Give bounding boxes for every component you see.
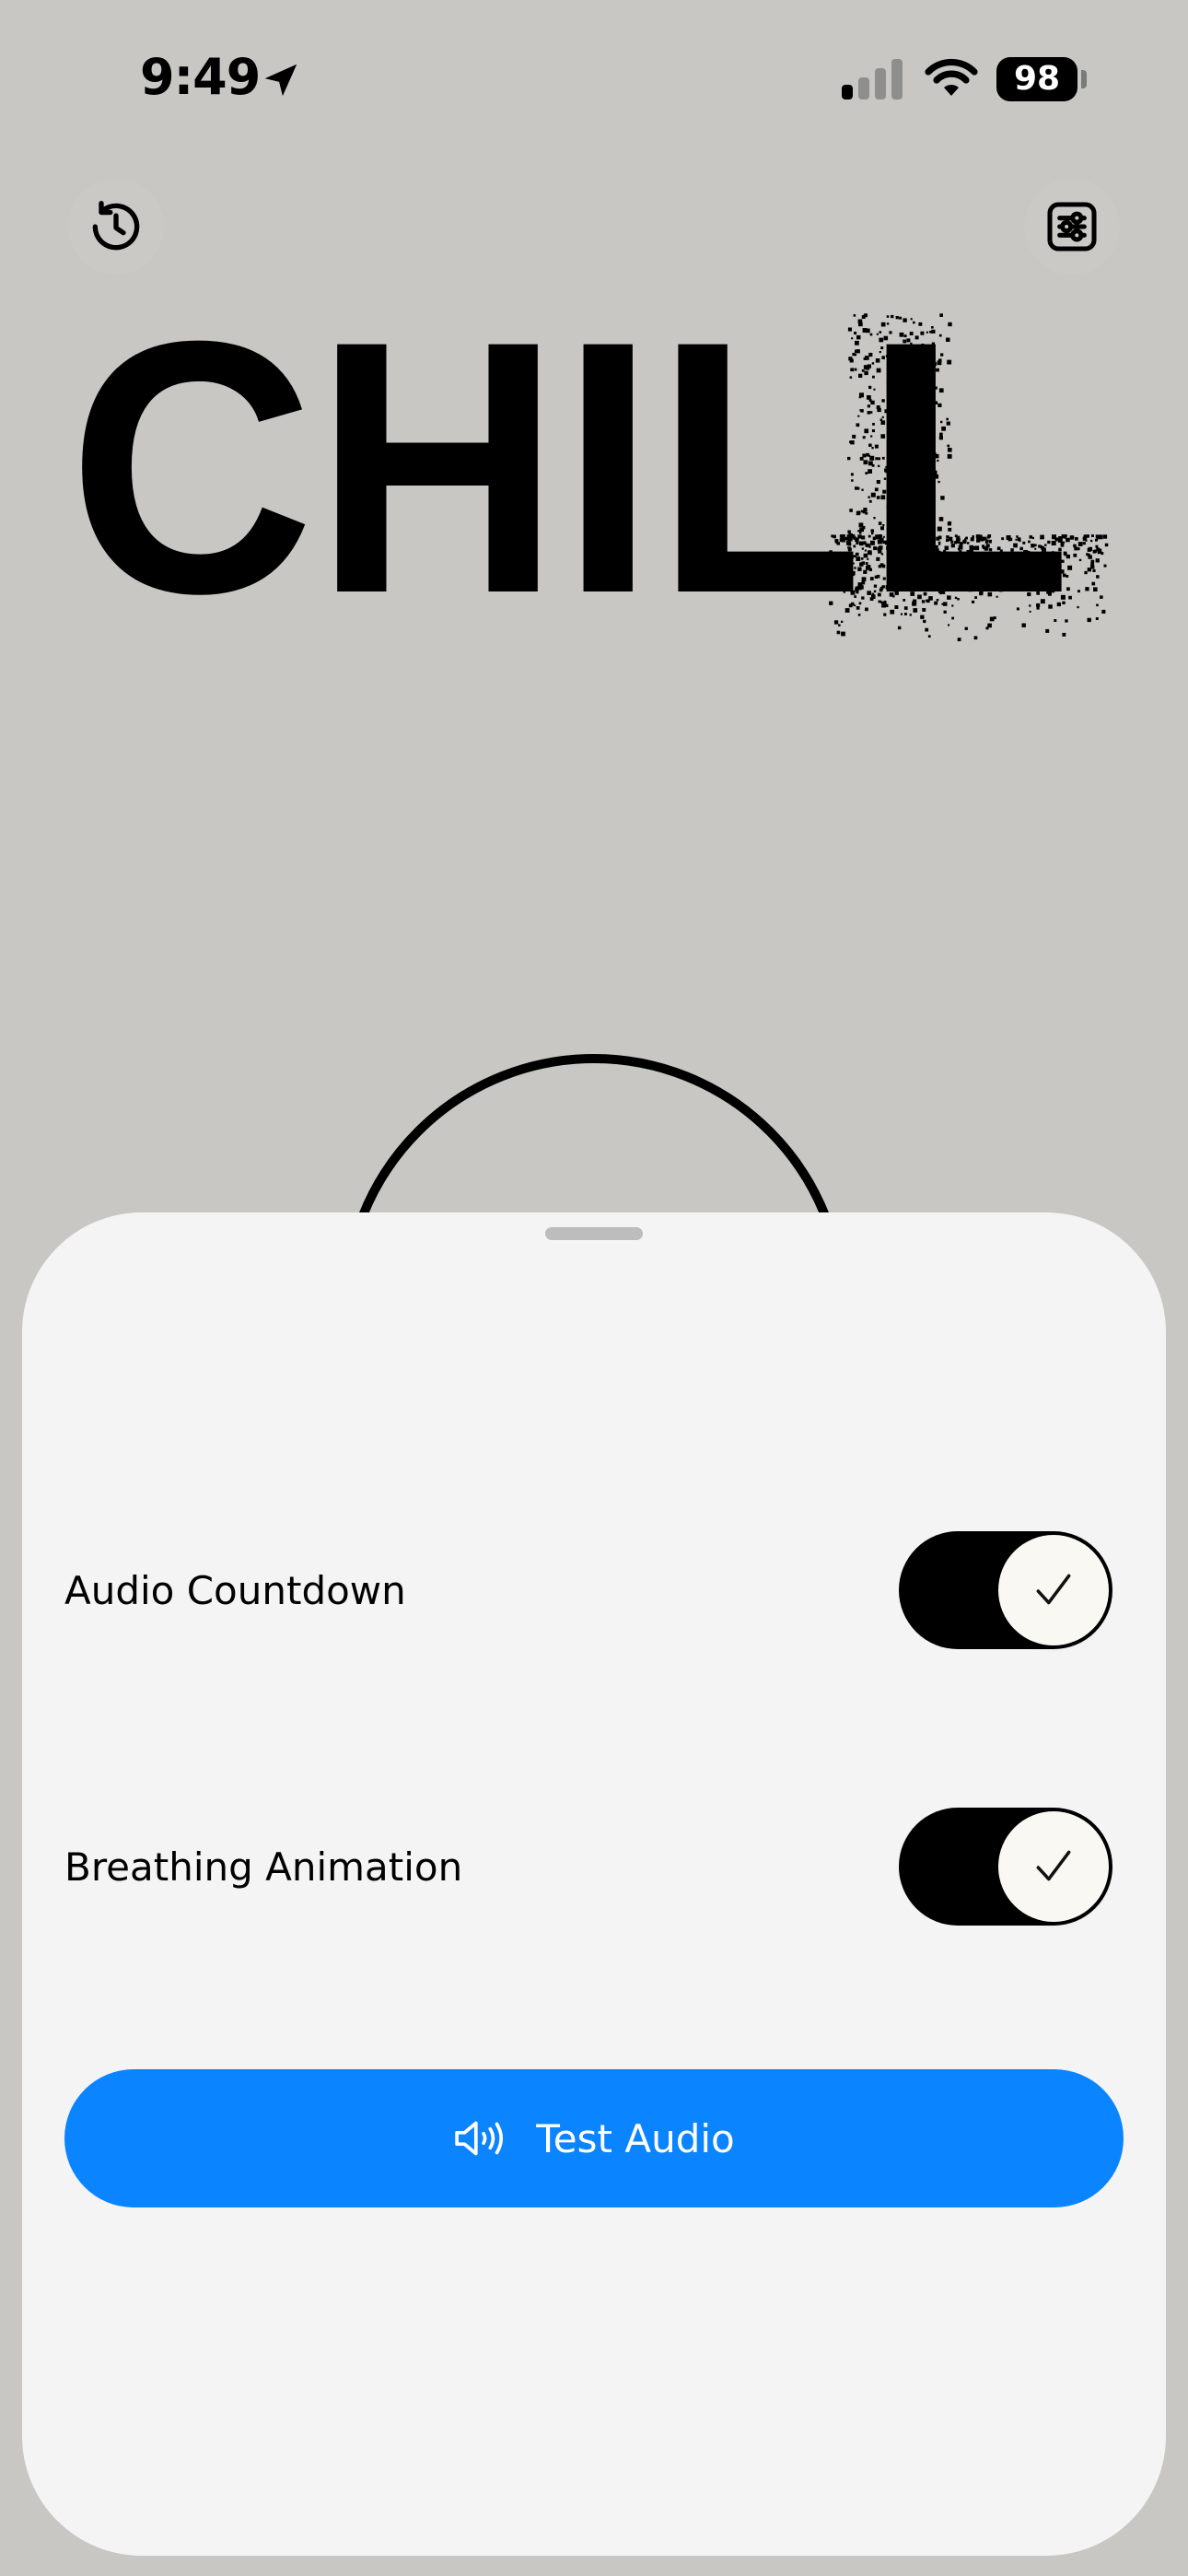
checkmark-icon — [1036, 1574, 1071, 1605]
breathing-animation-row: Breathing Animation — [22, 1808, 1166, 1927]
speaker-wave-icon — [455, 2121, 504, 2156]
toggle-knob — [998, 1811, 1109, 1922]
location-arrow-icon — [264, 64, 297, 97]
checkmark-icon — [1036, 1850, 1071, 1881]
sliders-icon — [1047, 202, 1097, 252]
history-clock-icon — [92, 201, 140, 251]
battery-icon: 98 — [996, 57, 1077, 101]
settings-sheet: Audio Countdown Breathing Animation Test… — [22, 1212, 1166, 2556]
battery-level: 98 — [1013, 60, 1061, 98]
audio-countdown-row: Audio Countdown — [22, 1531, 1166, 1651]
breathing-animation-toggle[interactable] — [899, 1808, 1112, 1926]
toggle-knob — [998, 1535, 1109, 1645]
status-time: 9:49 — [140, 48, 261, 106]
chill-logo: CHILL — [68, 304, 1109, 654]
audio-countdown-label: Audio Countdown — [64, 1568, 406, 1613]
history-button[interactable] — [68, 179, 164, 275]
breathing-animation-label: Breathing Animation — [64, 1844, 463, 1890]
status-bar: 9:49 98 — [0, 0, 1188, 157]
settings-button[interactable] — [1024, 179, 1120, 275]
audio-countdown-toggle[interactable] — [899, 1531, 1112, 1649]
sheet-grabber[interactable] — [545, 1227, 643, 1240]
wifi-icon — [925, 58, 978, 96]
test-audio-button[interactable]: Test Audio — [64, 2069, 1124, 2207]
test-audio-label: Test Audio — [536, 2115, 735, 2161]
battery-cap — [1081, 70, 1087, 88]
cellular-signal-icon — [842, 59, 903, 100]
